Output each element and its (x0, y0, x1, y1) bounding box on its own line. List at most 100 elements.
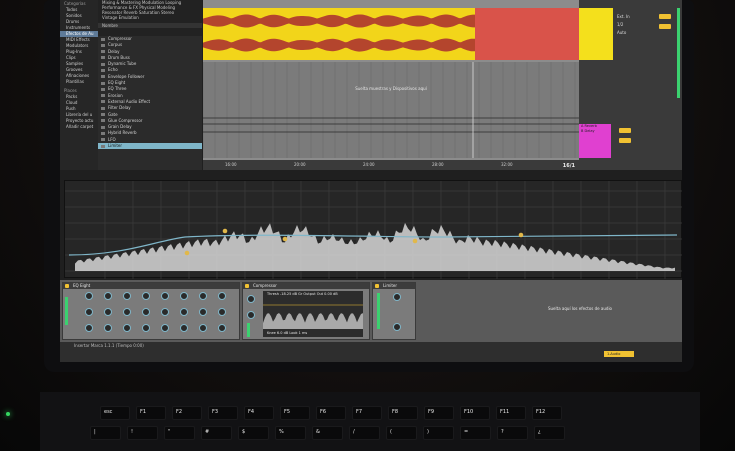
keyboard-key[interactable]: " (164, 426, 195, 440)
arm-button[interactable] (659, 14, 671, 19)
eq-band-knob[interactable] (199, 308, 207, 316)
keyboard-key[interactable]: F5 (280, 406, 310, 420)
empty-track-area[interactable] (202, 62, 579, 158)
place-item[interactable]: Añadir carpet (60, 124, 98, 130)
eq-band-knob[interactable] (218, 308, 226, 316)
eq-band-knob[interactable] (180, 324, 188, 332)
eq-band-knob[interactable] (85, 324, 93, 332)
eq-spectrum-display[interactable] (64, 180, 682, 279)
category-list: Todos Sonidos Drums Instruments Efectos de A… (60, 7, 98, 85)
eq-band-knob[interactable] (218, 292, 226, 300)
places-heading: Places (64, 88, 77, 93)
compressor-display[interactable]: Thresh -18.25 dB Gr Output Out 0.00 dB K… (263, 291, 363, 337)
keyboard-key[interactable]: # (201, 426, 232, 440)
solo-button[interactable] (659, 24, 671, 29)
eq-band-knob[interactable] (199, 324, 207, 332)
plugin-list: Compressor Corpus Delay Drum Buss Dynamic Tu… (98, 36, 202, 170)
device-chain: EQ Eight Compressor Thresh -18.25 dB Gr … (60, 280, 682, 342)
gain-knob[interactable] (393, 293, 401, 301)
keyboard-key[interactable]: | (90, 426, 121, 440)
keyboard-key[interactable]: F2 (172, 406, 202, 420)
clip-slot-magenta[interactable]: A Reverb B Delay (579, 124, 611, 158)
keyboard-key[interactable]: F11 (496, 406, 526, 420)
keyboard-key[interactable]: % (275, 426, 306, 440)
device-power-icon[interactable] (375, 284, 379, 288)
limiter-device: Limiter (372, 282, 416, 340)
timeline-ruler[interactable]: 16:00 20:00 24:00 28:00 32:00 (203, 160, 579, 170)
keyboard-key[interactable]: F9 (424, 406, 454, 420)
keyboard-key[interactable]: F7 (352, 406, 382, 420)
tag-filter-rows: Mixing & Mastering Modulation Looping Per… (98, 0, 202, 20)
keyboard-key[interactable]: ? (497, 426, 528, 440)
monitor-label[interactable]: Auto (617, 30, 626, 35)
keyboard-key[interactable]: ) (423, 426, 454, 440)
eq-band-knob[interactable] (161, 292, 169, 300)
keyboard-key[interactable]: $ (238, 426, 269, 440)
categories-heading: Categorías (64, 1, 86, 6)
ableton-live-window: Categorías Todos Sonidos Drums Instruments E… (60, 0, 682, 362)
keyboard-key[interactable]: F4 (244, 406, 274, 420)
eq-output-meter (65, 297, 68, 325)
compressor-bottom-readout: Knee 6.0 dB Look 1 ms (267, 331, 308, 335)
plugin-item[interactable]: Limiter (98, 143, 202, 150)
master-level-meter (677, 8, 680, 98)
browser-tag-filters: Mixing & Mastering Modulation Looping Per… (98, 0, 202, 36)
eq-band-knob[interactable] (123, 324, 131, 332)
eq-band-knob[interactable] (85, 308, 93, 316)
ruler-tick-label: 24:00 (363, 162, 375, 167)
keyboard-key[interactable]: F6 (316, 406, 346, 420)
browser-panel: Categorías Todos Sonidos Drums Instruments E… (60, 0, 202, 170)
keyboard-key[interactable]: ( (386, 426, 417, 440)
eq-band-knob[interactable] (180, 292, 188, 300)
attack-knob[interactable] (247, 311, 255, 319)
keyboard-key[interactable]: ¿ (534, 426, 565, 440)
keyboard-key[interactable]: F12 (532, 406, 562, 420)
device-power-icon[interactable] (245, 284, 249, 288)
laptop-keyboard: esc F1 F2 F3 F4 F5 F6 F7 F8 F9 F10 F11 F12 |! " # $% & / ()… (40, 392, 700, 451)
clip-slot-yellow[interactable] (579, 8, 613, 60)
eq-band-knob[interactable] (180, 308, 188, 316)
release-knob[interactable] (393, 323, 401, 331)
eq-band-knob[interactable] (123, 308, 131, 316)
eq-band-knob[interactable] (123, 292, 131, 300)
eq-eight-device: EQ Eight (62, 282, 240, 340)
eq-eight-title: EQ Eight (63, 283, 239, 289)
eq-band-knob[interactable] (104, 324, 112, 332)
keyboard-key[interactable]: & (312, 426, 343, 440)
eq-band-knob[interactable] (142, 292, 150, 300)
eq-band-knob[interactable] (199, 292, 207, 300)
audio-clip[interactable] (203, 8, 475, 60)
keyboard-key[interactable]: F8 (388, 406, 418, 420)
eq-band-knob[interactable] (161, 308, 169, 316)
tag-filter-row[interactable]: Vintage Emulation (98, 15, 202, 20)
keyboard-key[interactable]: / (349, 426, 380, 440)
eq-band-knob[interactable] (142, 324, 150, 332)
eq-band-knob[interactable] (104, 308, 112, 316)
eq-band-knob[interactable] (104, 292, 112, 300)
keyboard-key[interactable]: F1 (136, 406, 166, 420)
category-item[interactable]: Plantillas (60, 79, 98, 85)
name-column-header[interactable]: Nombre (98, 23, 202, 28)
input-type-label[interactable]: Ext. In (617, 14, 630, 19)
laptop-photo-scene: Categorías Todos Sonidos Drums Instruments E… (0, 0, 735, 451)
keyboard-key[interactable]: esc (100, 406, 130, 420)
eq-band-knob[interactable] (218, 324, 226, 332)
return-a-activator[interactable] (619, 128, 631, 133)
audio-clip-red[interactable] (475, 8, 579, 60)
eq-band-knob[interactable] (142, 308, 150, 316)
keyboard-key[interactable]: ! (127, 426, 158, 440)
eq-band-knob[interactable] (85, 292, 93, 300)
eq-spectrum-graph (65, 181, 682, 279)
return-b-activator[interactable] (619, 138, 631, 143)
places-list: Packs Cloud Push Librería del u Proyecto act… (60, 94, 98, 130)
input-channel-label[interactable]: 1/2 (617, 22, 623, 27)
keyboard-key[interactable]: F3 (208, 406, 238, 420)
keyboard-key[interactable]: = (460, 426, 491, 440)
ratio-knob[interactable] (247, 295, 255, 303)
status-bar: Insertar Marca 1.1.1 (Tiempo 0:00) 1-Aud… (60, 342, 682, 362)
selected-track-chip[interactable]: 1-Audio (604, 351, 634, 357)
eq-band-knob[interactable] (161, 324, 169, 332)
send-b-label: B Delay (581, 129, 595, 133)
keyboard-key[interactable]: F10 (460, 406, 490, 420)
device-power-icon[interactable] (65, 284, 69, 288)
